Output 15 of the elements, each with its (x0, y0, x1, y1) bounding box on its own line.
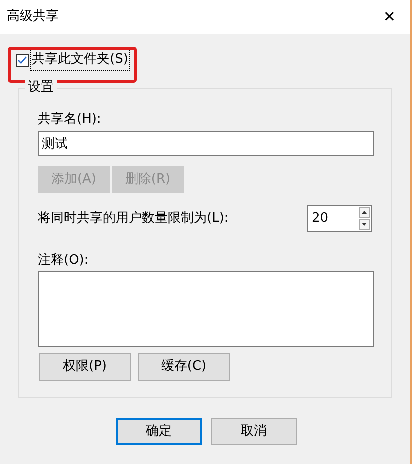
checkbox-label: 共享此文件夹(S) (30, 49, 130, 71)
dialog-button[interactable]: 缓存(C) (138, 353, 230, 381)
comment-field[interactable] (38, 271, 374, 347)
ok-button[interactable]: 确定 (116, 418, 202, 445)
share-checkbox[interactable]: 共享此文件夹(S) (16, 50, 392, 70)
close-button[interactable]: ✕ (383, 10, 396, 24)
window-title: 高级共享 (7, 8, 59, 26)
user-limit-label: 将同时共享的用户数量限制为(L): (38, 210, 229, 228)
checkbox[interactable] (16, 54, 29, 66)
user-limit-spinner[interactable]: 20 (307, 205, 372, 232)
share-name-label: 共享名(H): (38, 111, 102, 129)
share-name-field[interactable]: 测试 (38, 131, 374, 156)
comment-label: 注释(O): (38, 252, 90, 270)
cancel-button[interactable]: 取消 (211, 418, 297, 445)
dialog-button[interactable]: 权限(P) (39, 353, 131, 381)
